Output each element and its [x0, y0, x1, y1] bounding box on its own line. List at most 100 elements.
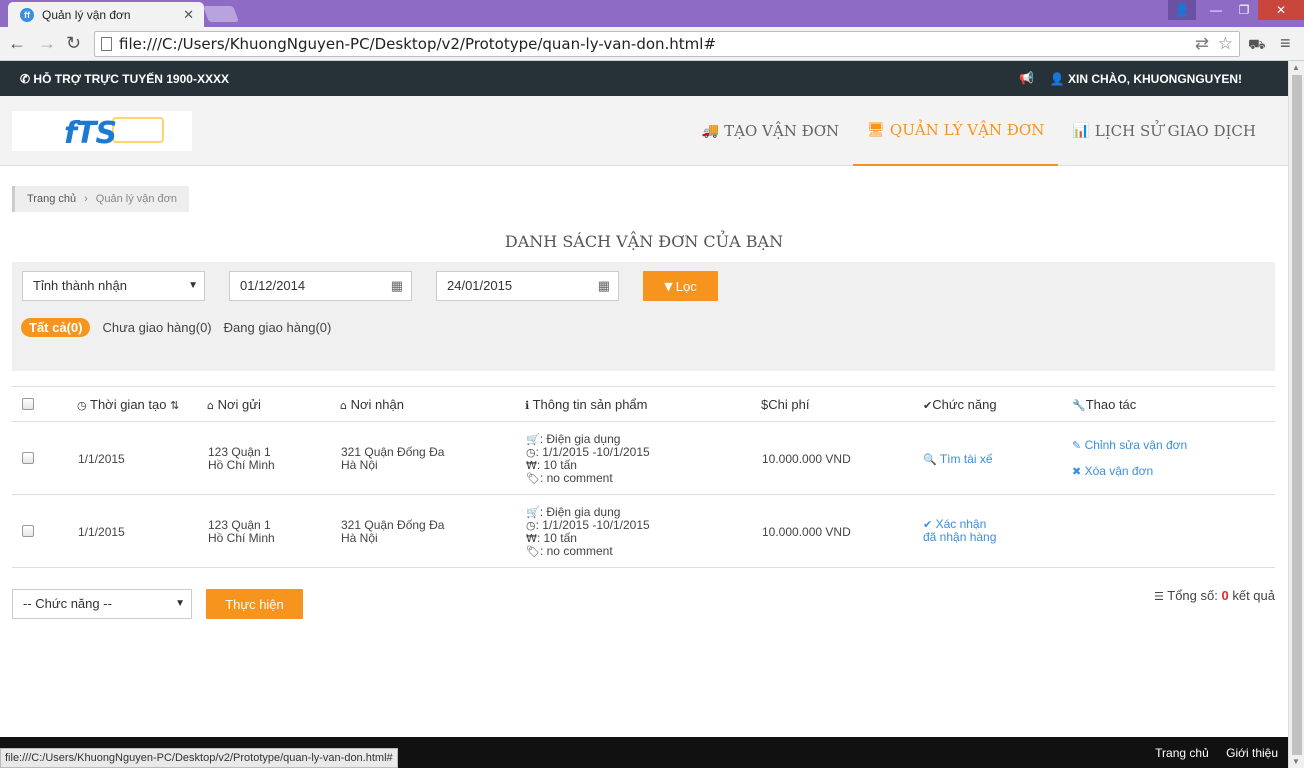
menu-transaction-history[interactable]: 📊 LỊCH SỬ GIAO DỊCH	[1058, 96, 1270, 166]
bulk-action-select[interactable]: -- Chức năng -- ▼	[12, 589, 192, 619]
row-from: 123 Quận 1 Hồ Chí Minh	[208, 446, 275, 472]
edit-shipment-link[interactable]: ✎ Chỉnh sửa vận đơn	[1072, 438, 1187, 452]
header-from-label: Nơi gửi	[217, 397, 261, 412]
browser-tab[interactable]: ff Quản lý vận đơn ✕	[8, 2, 204, 27]
find-driver-link[interactable]: 🔍 Tìm tài xế	[923, 452, 993, 466]
tab-pending[interactable]: Chưa giao hàng(0)	[102, 320, 211, 335]
header-function: ✔Chức năng	[923, 397, 997, 412]
page-scrollbar[interactable]: ▲ ▼	[1288, 61, 1304, 768]
page-icon	[101, 37, 112, 51]
favicon-icon: ff	[20, 7, 34, 22]
close-window-button[interactable]: ✕	[1258, 0, 1304, 20]
row-time: 1/1/2015	[78, 525, 125, 539]
site-topbar: ✆ HỖ TRỢ TRỰC TUYẾN 1900-XXXX 📢 👤 XIN CH…	[0, 61, 1288, 96]
back-icon[interactable]: ←	[8, 33, 26, 54]
truck-icon: 🚚	[701, 123, 720, 139]
filter-icon: ▼	[664, 279, 673, 293]
product-note-line: 🏷: no comment	[526, 472, 650, 486]
footer-home-link[interactable]: Trang chủ	[1155, 746, 1209, 760]
header-cost: $Chi phí	[761, 397, 809, 412]
maximize-button[interactable]: ❐	[1230, 0, 1258, 20]
tag-icon: 🏷	[526, 545, 540, 558]
province-select[interactable]: Tỉnh thành nhận ▼	[22, 271, 205, 301]
new-tab-button[interactable]	[203, 6, 239, 22]
logo[interactable]: fTS	[12, 111, 192, 151]
execute-button[interactable]: Thực hiện	[206, 589, 303, 619]
to-city: Hà Nội	[341, 458, 378, 472]
home-icon: ⌂	[340, 399, 347, 412]
row-to: 321 Quận Đống Đa Hà Nội	[341, 519, 444, 545]
row-checkbox[interactable]	[22, 525, 34, 537]
confirm-received-link[interactable]: ✔ Xác nhận đã nhận hàng	[923, 518, 996, 544]
close-tab-icon[interactable]: ✕	[183, 7, 194, 23]
menu-create-shipment[interactable]: 🚚 TẠO VẬN ĐƠN	[688, 96, 853, 166]
row-cost: 10.000.000 VND	[762, 452, 851, 466]
filter-panel: Tỉnh thành nhận ▼ 01/12/2014 ▦ 24/01/201…	[12, 262, 1275, 371]
status-tabs: Tất cả(0) Chưa giao hàng(0) Đang giao hà…	[21, 318, 343, 337]
tab-shipping[interactable]: Đang giao hàng(0)	[224, 320, 332, 335]
footer-about-link[interactable]: Giới thiệu	[1226, 746, 1278, 760]
menu-manage-shipment[interactable]: 🖥 QUẢN LÝ VẬN ĐƠN	[853, 96, 1059, 166]
edit-icon: ✎	[1072, 439, 1082, 452]
scroll-up-icon[interactable]: ▲	[1292, 63, 1300, 72]
logo-text: fTS	[64, 116, 117, 151]
row-checkbox[interactable]	[22, 452, 34, 464]
check-icon: ✔	[923, 399, 933, 412]
clock-icon: ◷	[526, 446, 536, 459]
table-header: ◷ Thời gian tạo ⇅ ⌂ Nơi gửi ⌂ Nơi nhận ℹ…	[12, 386, 1275, 422]
date-from-input[interactable]: 01/12/2014 ▦	[229, 271, 412, 301]
calendar-icon[interactable]: ▦	[598, 272, 610, 300]
minimize-button[interactable]: —	[1202, 0, 1230, 20]
tag-icon: 🏷	[526, 472, 540, 485]
announcement-icon[interactable]: 📢	[1019, 71, 1034, 85]
user-greeting[interactable]: 👤 XIN CHÀO, KHUONGNGUYEN!	[1050, 72, 1242, 86]
chrome-menu-icon[interactable]: ≡	[1280, 33, 1291, 54]
header-to-label: Nơi nhận	[350, 397, 404, 412]
header-time[interactable]: ◷ Thời gian tạo ⇅	[77, 397, 179, 412]
select-all-checkbox[interactable]	[22, 398, 34, 410]
header-function-label: Chức năng	[932, 397, 997, 412]
header-product: ℹ Thông tin sản phẩm	[525, 397, 647, 412]
support-hotline: ✆ HỖ TRỢ TRỰC TUYẾN 1900-XXXX	[20, 72, 229, 86]
address-bar[interactable]: file:///C:/Users/KhuongNguyen-PC/Desktop…	[94, 31, 1240, 57]
shipment-table: ◷ Thời gian tạo ⇅ ⌂ Nơi gửi ⌂ Nơi nhận ℹ…	[12, 386, 1275, 568]
total-results: ☰ Tổng số: 0 kết quả	[1154, 588, 1275, 603]
date-to-input[interactable]: 24/01/2015 ▦	[436, 271, 619, 301]
menu-manage-label: QUẢN LÝ VẬN ĐƠN	[889, 121, 1045, 139]
menu-create-label: TẠO VẬN ĐƠN	[724, 122, 840, 140]
product-note: : no comment	[539, 544, 613, 558]
from-city: Hồ Chí Minh	[208, 531, 275, 545]
scroll-down-icon[interactable]: ▼	[1292, 757, 1300, 766]
extension-icon[interactable]: ⛟	[1248, 36, 1266, 55]
breadcrumb-home[interactable]: Trang chủ	[27, 193, 76, 205]
profile-icon[interactable]: 👤	[1168, 0, 1196, 20]
filter-button-label: Lọc	[675, 278, 697, 294]
bookmark-star-icon[interactable]: ☆	[1218, 32, 1233, 56]
info-icon: ℹ	[525, 399, 530, 412]
home-icon: ⌂	[207, 399, 214, 412]
scrollbar-thumb[interactable]	[1292, 75, 1302, 755]
date-to-value: 24/01/2015	[447, 278, 513, 293]
dropdown-caret-icon: ▼	[188, 280, 198, 291]
table-row: 1/1/2015 123 Quận 1 Hồ Chí Minh 321 Quận …	[12, 495, 1275, 568]
edit-shipment-label: Chỉnh sửa vận đơn	[1084, 438, 1188, 452]
main-menu: 🚚 TẠO VẬN ĐƠN 🖥 QUẢN LÝ VẬN ĐƠN 📊 LỊCH SỬ G…	[688, 96, 1270, 166]
tab-all[interactable]: Tất cả(0)	[21, 318, 91, 337]
header-action: 🔧Thao tác	[1072, 397, 1136, 412]
total-count: 0	[1221, 588, 1229, 603]
bulk-action-value: -- Chức năng --	[23, 596, 112, 611]
breadcrumb-current: Quản lý vận đơn	[95, 193, 178, 205]
from-city: Hồ Chí Minh	[208, 458, 275, 472]
footer-links: Trang chủ Giới thiệu	[1141, 746, 1278, 760]
delete-shipment-link[interactable]: ✖ Xóa vận đơn	[1072, 464, 1153, 478]
filter-button[interactable]: ▼ Lọc	[643, 271, 718, 301]
calendar-icon[interactable]: ▦	[391, 272, 403, 300]
confirm-label: Xác nhận	[935, 517, 987, 531]
translate-icon[interactable]: ⇄	[1195, 32, 1209, 56]
reload-icon[interactable]: ↻	[66, 33, 81, 54]
forward-icon[interactable]: →	[38, 33, 56, 54]
product-time: : 1/1/2015 -10/1/2015	[535, 518, 650, 532]
row-product: 🛒: Điện gia dụng ◷: 1/1/2015 -10/1/2015 …	[526, 506, 650, 559]
row-to: 321 Quận Đống Đa Hà Nội	[341, 446, 444, 472]
row-cost: 10.000.000 VND	[762, 525, 851, 539]
